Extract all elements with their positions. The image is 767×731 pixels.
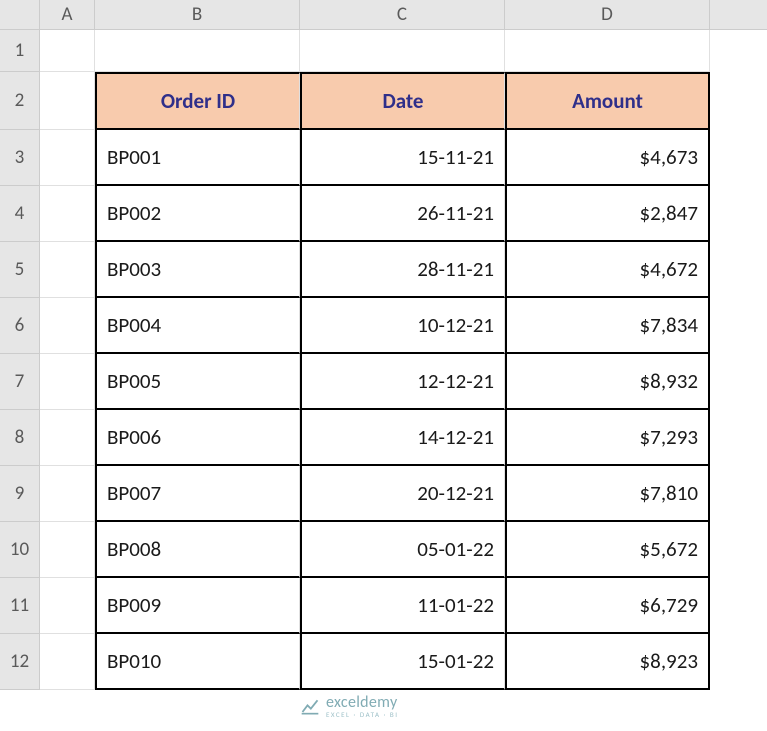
cell-order-id[interactable]: BP006 xyxy=(95,410,300,466)
table-row: BP006 14-12-21 $7,293 xyxy=(40,410,767,466)
row-header-10[interactable]: 10 xyxy=(0,522,39,578)
row-header-7[interactable]: 7 xyxy=(0,354,39,410)
cell-amount[interactable]: $5,672 xyxy=(505,522,710,578)
cell-A7[interactable] xyxy=(40,354,95,410)
row-headers: 1 2 3 4 5 6 7 8 9 10 11 12 xyxy=(0,30,40,690)
exceldemy-logo-icon xyxy=(300,697,320,717)
table-row: BP004 10-12-21 $7,834 xyxy=(40,298,767,354)
row-header-11[interactable]: 11 xyxy=(0,578,39,634)
cell-amount[interactable]: $8,932 xyxy=(505,354,710,410)
row-1 xyxy=(40,30,767,72)
cell-order-id[interactable]: BP008 xyxy=(95,522,300,578)
cell-date[interactable]: 15-11-21 xyxy=(300,130,505,186)
cell-D1[interactable] xyxy=(505,30,710,72)
watermark: exceldemy EXCEL · DATA · BI xyxy=(300,695,399,718)
watermark-sub: EXCEL · DATA · BI xyxy=(326,711,399,718)
table-row: BP007 20-12-21 $7,810 xyxy=(40,466,767,522)
cell-order-id[interactable]: BP010 xyxy=(95,634,300,690)
header-order-id[interactable]: Order ID xyxy=(95,72,300,130)
cell-A10[interactable] xyxy=(40,522,95,578)
watermark-text: exceldemy EXCEL · DATA · BI xyxy=(326,695,399,718)
cell-B1[interactable] xyxy=(95,30,300,72)
table-row: BP005 12-12-21 $8,932 xyxy=(40,354,767,410)
cell-order-id[interactable]: BP009 xyxy=(95,578,300,634)
row-header-1[interactable]: 1 xyxy=(0,30,39,72)
column-headers: A B C D xyxy=(40,0,767,30)
cell-A3[interactable] xyxy=(40,130,95,186)
cell-A6[interactable] xyxy=(40,298,95,354)
table-row: BP003 28-11-21 $4,672 xyxy=(40,242,767,298)
cell-order-id[interactable]: BP001 xyxy=(95,130,300,186)
cell-date[interactable]: 26-11-21 xyxy=(300,186,505,242)
row-header-3[interactable]: 3 xyxy=(0,130,39,186)
table-row: BP002 26-11-21 $2,847 xyxy=(40,186,767,242)
cell-C1[interactable] xyxy=(300,30,505,72)
col-header-A[interactable]: A xyxy=(40,0,95,29)
col-header-B[interactable]: B xyxy=(95,0,300,29)
cell-amount[interactable]: $7,834 xyxy=(505,298,710,354)
row-header-5[interactable]: 5 xyxy=(0,242,39,298)
cell-date[interactable]: 20-12-21 xyxy=(300,466,505,522)
header-date[interactable]: Date xyxy=(300,72,505,130)
row-header-12[interactable]: 12 xyxy=(0,634,39,690)
cell-amount[interactable]: $4,672 xyxy=(505,242,710,298)
spreadsheet: A B C D 1 2 3 4 5 6 7 8 9 10 11 12 Order… xyxy=(0,0,767,731)
cell-A4[interactable] xyxy=(40,186,95,242)
table-row: BP009 11-01-22 $6,729 xyxy=(40,578,767,634)
cell-order-id[interactable]: BP002 xyxy=(95,186,300,242)
header-amount[interactable]: Amount xyxy=(505,72,710,130)
watermark-main: exceldemy xyxy=(326,695,399,711)
cell-A1[interactable] xyxy=(40,30,95,72)
table-row: BP008 05-01-22 $5,672 xyxy=(40,522,767,578)
cell-A12[interactable] xyxy=(40,634,95,690)
row-header-4[interactable]: 4 xyxy=(0,186,39,242)
cell-A9[interactable] xyxy=(40,466,95,522)
cells-area: Order ID Date Amount BP001 15-11-21 $4,6… xyxy=(40,30,767,690)
cell-amount[interactable]: $7,810 xyxy=(505,466,710,522)
cell-order-id[interactable]: BP007 xyxy=(95,466,300,522)
select-all-corner[interactable] xyxy=(0,0,40,30)
cell-amount[interactable]: $4,673 xyxy=(505,130,710,186)
cell-amount[interactable]: $8,923 xyxy=(505,634,710,690)
cell-date[interactable]: 10-12-21 xyxy=(300,298,505,354)
col-header-C[interactable]: C xyxy=(300,0,505,29)
cell-A2[interactable] xyxy=(40,72,95,130)
row-header-9[interactable]: 9 xyxy=(0,466,39,522)
cell-order-id[interactable]: BP003 xyxy=(95,242,300,298)
row-header-6[interactable]: 6 xyxy=(0,298,39,354)
cell-order-id[interactable]: BP004 xyxy=(95,298,300,354)
row-header-2[interactable]: 2 xyxy=(0,72,39,130)
cell-date[interactable]: 14-12-21 xyxy=(300,410,505,466)
row-2: Order ID Date Amount xyxy=(40,72,767,130)
table-row: BP010 15-01-22 $8,923 xyxy=(40,634,767,690)
col-header-D[interactable]: D xyxy=(505,0,710,29)
cell-order-id[interactable]: BP005 xyxy=(95,354,300,410)
row-header-8[interactable]: 8 xyxy=(0,410,39,466)
cell-amount[interactable]: $2,847 xyxy=(505,186,710,242)
cell-date[interactable]: 15-01-22 xyxy=(300,634,505,690)
cell-date[interactable]: 11-01-22 xyxy=(300,578,505,634)
cell-amount[interactable]: $7,293 xyxy=(505,410,710,466)
table-row: BP001 15-11-21 $4,673 xyxy=(40,130,767,186)
cell-date[interactable]: 28-11-21 xyxy=(300,242,505,298)
cell-A5[interactable] xyxy=(40,242,95,298)
cell-amount[interactable]: $6,729 xyxy=(505,578,710,634)
cell-date[interactable]: 12-12-21 xyxy=(300,354,505,410)
cell-date[interactable]: 05-01-22 xyxy=(300,522,505,578)
cell-A8[interactable] xyxy=(40,410,95,466)
cell-A11[interactable] xyxy=(40,578,95,634)
